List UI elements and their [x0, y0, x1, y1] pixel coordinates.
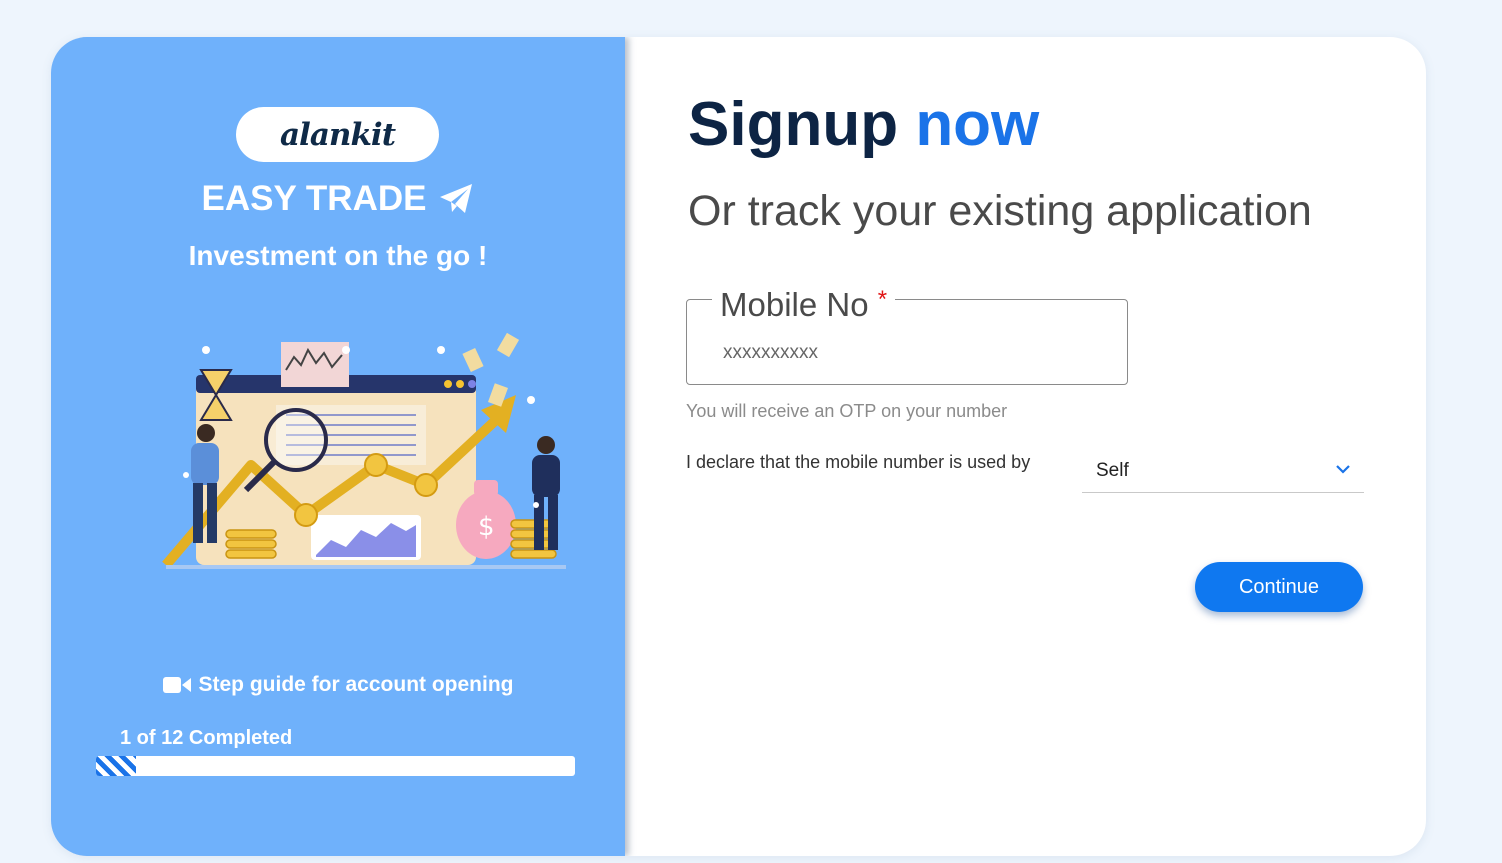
mobile-input[interactable]	[723, 342, 1103, 364]
progress-bar	[96, 756, 575, 776]
video-camera-icon	[162, 677, 191, 693]
paper-plane-icon	[440, 184, 473, 213]
signup-card: alankit EASY TRADE Investment on the go …	[51, 37, 1426, 856]
chevron-down-icon	[1336, 465, 1350, 474]
product-name-text: EASY TRADE	[201, 179, 427, 218]
trading-growth-illustration: $	[162, 332, 566, 569]
mobile-user-select-value: Self	[1096, 460, 1129, 481]
product-name: EASY TRADE	[51, 179, 625, 219]
required-mark: *	[877, 286, 888, 313]
page-subtitle: Or track your existing application	[688, 187, 1312, 235]
logo-text: alankit	[279, 116, 396, 153]
declare-label: I declare that the mobile number is used…	[686, 452, 1031, 472]
logo: alankit	[236, 107, 439, 162]
step-guide-label: Step guide for account opening	[198, 673, 514, 696]
brand-panel: alankit EASY TRADE Investment on the go …	[51, 37, 625, 856]
title-main: Signup	[688, 90, 899, 159]
mobile-label: Mobile No *	[712, 286, 896, 324]
title-accent: now	[915, 90, 1040, 159]
tagline: Investment on the go !	[188, 240, 488, 271]
continue-button[interactable]: Continue	[1195, 562, 1363, 612]
mobile-user-select[interactable]: Self	[1082, 451, 1364, 493]
signup-form-panel: Signup now Or track your existing applic…	[625, 37, 1426, 856]
svg-text:$: $	[478, 512, 495, 542]
mobile-field: Mobile No *	[686, 286, 1128, 385]
otp-hint: You will receive an OTP on your number	[686, 401, 1008, 421]
step-guide-link[interactable]: Step guide for account opening	[51, 673, 625, 697]
progress-label: 1 of 12 Completed	[120, 727, 293, 749]
mobile-label-text: Mobile No	[720, 286, 869, 323]
page-title: Signup now	[688, 89, 1039, 160]
progress-bar-fill	[96, 756, 136, 776]
